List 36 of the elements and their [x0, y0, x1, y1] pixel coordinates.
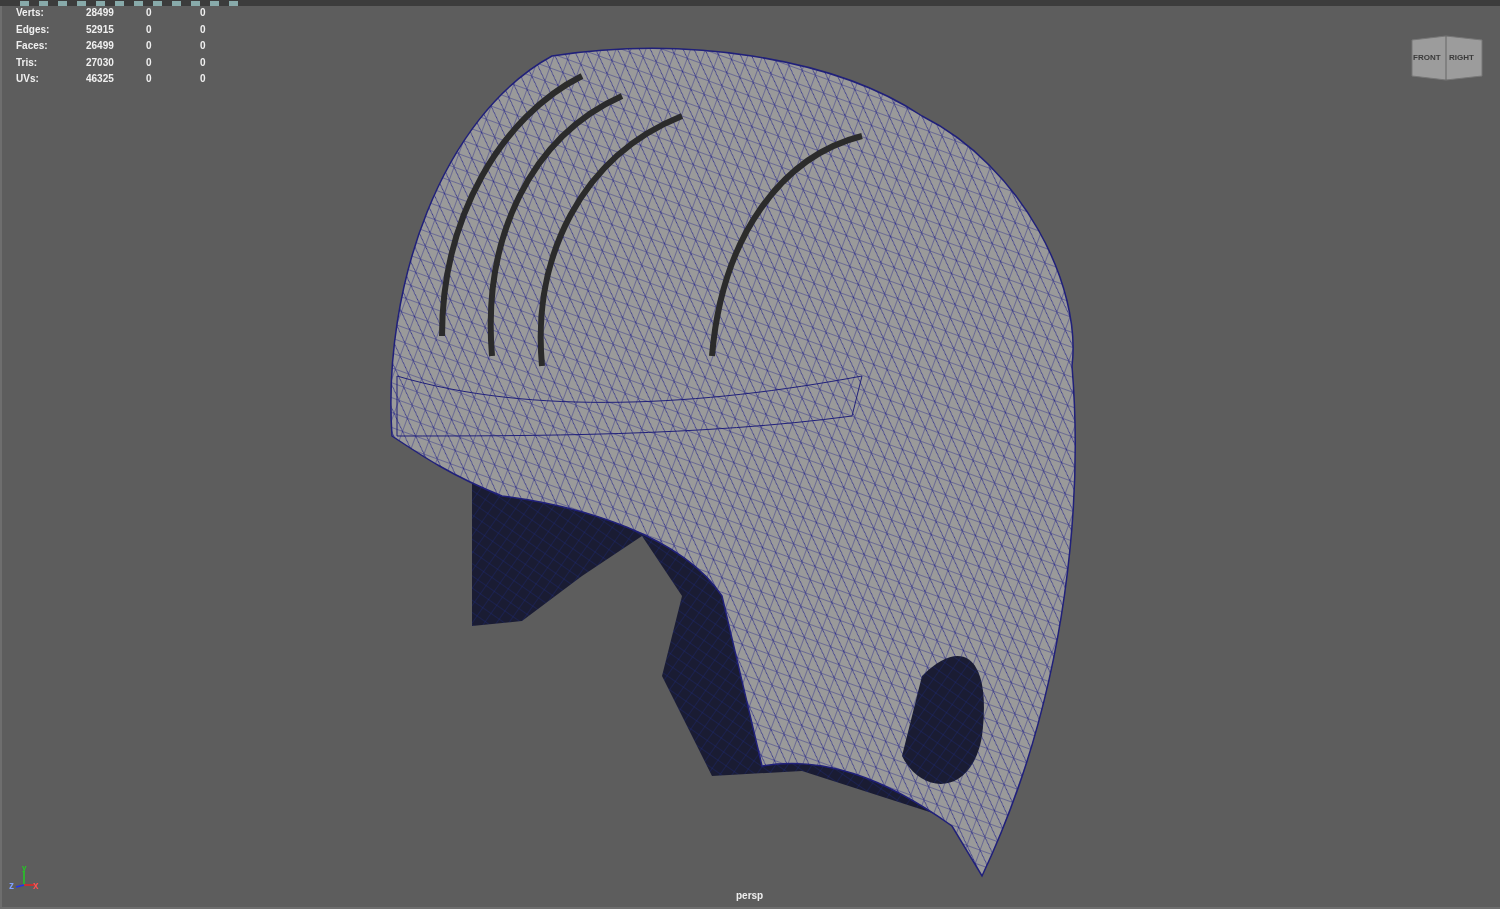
stat-value: 0 [146, 22, 153, 37]
camera-label: persp [736, 890, 764, 901]
stat-value: 0 [146, 72, 153, 86]
toolbar-icon[interactable] [191, 1, 200, 6]
stat-value: 0 [146, 39, 153, 53]
stat-value: 0 [200, 55, 207, 70]
stat-value: 0 [200, 22, 207, 37]
stat-label: UVs: [16, 72, 40, 86]
stat-value: 0 [146, 6, 153, 20]
toolbar-icon[interactable] [134, 1, 143, 6]
stat-value: 27030 [86, 55, 115, 70]
toolbar-icon[interactable] [210, 1, 219, 6]
stat-label: Edges: [16, 22, 51, 37]
toolbar-icon[interactable] [229, 1, 238, 6]
toolbar-icon[interactable] [39, 1, 48, 6]
toolbar-icon[interactable] [172, 1, 181, 6]
toolbar-icon[interactable] [115, 1, 124, 6]
stat-label: Tris: [16, 55, 39, 70]
axis-indicator-drawing: y z x [8, 863, 40, 893]
stat-value: 28499 [86, 6, 115, 20]
stat-value: 46325 [86, 72, 115, 86]
toolbar-icon[interactable] [58, 1, 67, 6]
toolbar-icon[interactable] [77, 1, 86, 6]
stat-value: 0 [200, 72, 207, 86]
stat-value: 26499 [86, 39, 115, 53]
stat-value: 0 [146, 55, 153, 70]
viewport[interactable]: Verts: 28499 0 0 Edges: 52915 0 0 Faces: 26499 0 0 Tris: 27030 0 0 UVs: 46325 0 0 FRONT RIGHT y z x persp [0, 6, 1500, 909]
stat-value: 0 [200, 39, 207, 53]
stat-label: Faces: [16, 39, 49, 53]
stat-label: Verts: [16, 6, 45, 20]
view-cube[interactable]: FRONT RIGHT [1410, 32, 1484, 82]
toolbar-icon[interactable] [153, 1, 162, 6]
toolbar-icon[interactable] [20, 1, 29, 6]
toolbar-icon[interactable] [96, 1, 105, 6]
stat-value: 52915 [86, 22, 115, 37]
stat-value: 0 [200, 6, 207, 20]
